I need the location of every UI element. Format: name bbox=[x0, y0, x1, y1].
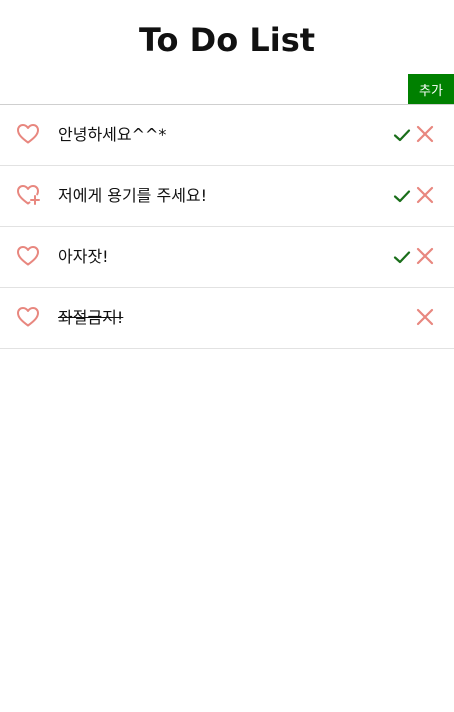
add-button[interactable]: 추가 bbox=[408, 74, 454, 104]
check-icon[interactable] bbox=[392, 186, 412, 206]
todo-item: 안녕하세요^^* bbox=[0, 105, 454, 166]
close-icon[interactable] bbox=[416, 247, 434, 265]
close-icon[interactable] bbox=[416, 308, 434, 326]
todo-text: 안녕하세요^^* bbox=[58, 125, 167, 144]
heart-outline-icon[interactable] bbox=[16, 244, 40, 268]
todo-input[interactable] bbox=[0, 74, 408, 103]
heart-outline-icon[interactable] bbox=[16, 122, 40, 146]
todo-text-completed: 좌절금지! bbox=[58, 308, 124, 327]
check-icon[interactable] bbox=[392, 247, 412, 267]
todo-text: 아자잣! bbox=[58, 247, 109, 266]
input-row: 추가 bbox=[0, 74, 454, 105]
todo-text: 저에게 용기를 주세요! bbox=[58, 186, 208, 205]
todo-list: 안녕하세요^^* 저에게 용기를 주세요! 아자잣! 좌절금지! bbox=[0, 105, 454, 349]
todo-item: 저에게 용기를 주세요! bbox=[0, 166, 454, 227]
todo-item: 좌절금지! bbox=[0, 288, 454, 349]
check-icon[interactable] bbox=[392, 125, 412, 145]
todo-item: 아자잣! bbox=[0, 227, 454, 288]
close-icon[interactable] bbox=[416, 186, 434, 204]
page-title: To Do List bbox=[138, 21, 316, 59]
close-icon[interactable] bbox=[416, 125, 434, 143]
heart-outline-icon[interactable] bbox=[16, 305, 40, 329]
heart-plus-icon[interactable] bbox=[16, 183, 40, 207]
